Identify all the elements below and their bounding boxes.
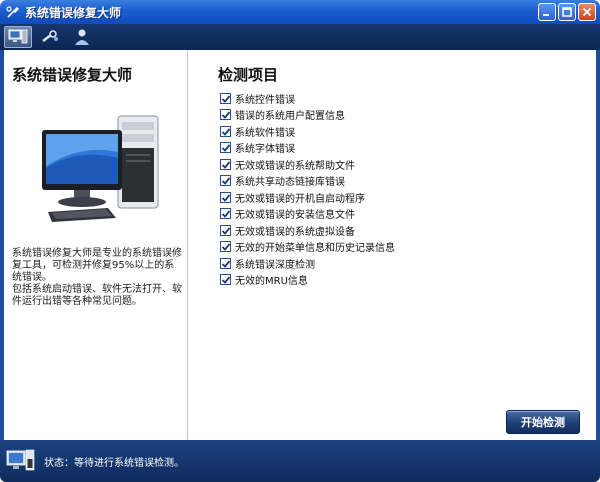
close-button[interactable] <box>578 3 596 21</box>
check-item-label: 错误的系统用户配置信息 <box>235 111 345 123</box>
check-item-label: 无效的MRU信息 <box>235 276 308 288</box>
checkmark-icon <box>221 144 231 153</box>
checkmark-icon <box>221 276 231 285</box>
checkbox[interactable] <box>220 158 231 170</box>
check-items-list: 系统控件错误 错误的系统用户配置信息 系统软件错误 系统字体错误 无效或错误的系… <box>220 90 395 288</box>
computer-illustration <box>38 108 168 228</box>
checkmark-icon <box>221 161 231 169</box>
check-item[interactable]: 无效或错误的开机自启动程序 <box>220 189 395 206</box>
toolbar-user-button[interactable] <box>68 26 96 48</box>
check-item-label: 系统共享动态链接库错误 <box>235 177 345 189</box>
checkbox[interactable] <box>220 257 231 269</box>
description-line-1: 系统错误修复大师是专业的系统错误修复工具，可检测并修复95%以上的系统错误。 <box>12 248 182 283</box>
checkbox[interactable] <box>220 274 231 286</box>
check-item-label: 系统控件错误 <box>235 94 295 106</box>
maximize-icon <box>562 7 572 17</box>
checkbox[interactable] <box>220 175 231 187</box>
check-item[interactable]: 错误的系统用户配置信息 <box>220 107 395 124</box>
check-item-label: 系统字体错误 <box>235 144 295 156</box>
close-icon <box>582 7 592 17</box>
minimize-icon <box>543 14 549 16</box>
check-item[interactable]: 无效或错误的系统虚拟设备 <box>220 222 395 239</box>
maximize-button[interactable] <box>558 3 576 21</box>
checkbox[interactable] <box>220 142 231 154</box>
check-items-title: 检测项目 <box>218 66 279 84</box>
product-description: 系统错误修复大师是专业的系统错误修复工具，可检测并修复95%以上的系统错误。 包… <box>12 248 184 308</box>
checkmark-icon <box>221 260 231 268</box>
check-item-label: 无效或错误的开机自启动程序 <box>235 193 365 205</box>
checkmark-icon <box>221 210 231 219</box>
status-text: 状态：等待进行系统错误检测。 <box>44 458 184 469</box>
computer-icon <box>8 29 28 44</box>
start-scan-button[interactable]: 开始检测 <box>506 410 580 434</box>
checkbox[interactable] <box>220 109 231 121</box>
checkmark-icon <box>221 111 231 120</box>
title-bar: 系统错误修复大师 <box>0 0 600 24</box>
check-item[interactable]: 系统共享动态链接库错误 <box>220 173 395 190</box>
toolbar <box>0 24 600 50</box>
check-item[interactable]: 系统软件错误 <box>220 123 395 140</box>
left-panel: 系统错误修复大师 系统错误修复大师是专业的系统错误修复工具，可检测并修复95%以… <box>4 50 187 440</box>
window-controls <box>538 3 596 21</box>
check-item[interactable]: 无效的开始菜单信息和历史记录信息 <box>220 239 395 256</box>
window-title: 系统错误修复大师 <box>25 5 122 20</box>
toolbar-computer-button[interactable] <box>4 26 32 48</box>
check-item-label: 无效或错误的安装信息文件 <box>235 210 355 222</box>
checkbox[interactable] <box>220 241 231 253</box>
main-content: 系统错误修复大师 系统错误修复大师是专业的系统错误修复工具，可检测并修复95%以… <box>0 50 600 440</box>
toolbar-tools-button[interactable] <box>36 26 64 48</box>
checkbox[interactable] <box>220 125 231 137</box>
check-item[interactable]: 无效或错误的安装信息文件 <box>220 206 395 223</box>
checkmark-icon <box>221 128 231 136</box>
status-computer-icon <box>6 447 36 475</box>
check-item-label: 无效的开始菜单信息和历史记录信息 <box>235 243 395 255</box>
app-icon <box>6 5 20 19</box>
minimize-button[interactable] <box>538 3 556 21</box>
checkmark-icon <box>221 194 231 202</box>
desktop-computer-icon <box>42 115 159 222</box>
user-icon <box>75 29 89 45</box>
check-item-label: 无效或错误的系统帮助文件 <box>235 160 355 172</box>
wrench-icon <box>42 30 58 42</box>
check-item[interactable]: 无效或错误的系统帮助文件 <box>220 156 395 173</box>
checkbox[interactable] <box>220 224 231 236</box>
right-panel: 检测项目 系统控件错误 错误的系统用户配置信息 系统软件错误 系统字体错误 无效… <box>188 50 596 440</box>
checkmark-icon <box>221 227 231 235</box>
checkbox[interactable] <box>220 208 231 220</box>
checkbox[interactable] <box>220 92 231 104</box>
checkbox[interactable] <box>220 191 231 203</box>
checkmark-icon <box>221 177 231 186</box>
check-item[interactable]: 系统字体错误 <box>220 140 395 157</box>
check-item[interactable]: 系统错误深度检测 <box>220 255 395 272</box>
check-item-label: 系统软件错误 <box>235 127 295 139</box>
description-line-2: 包括系统启动错误、软件无法打开、软件运行出错等各种常见问题。 <box>12 284 182 307</box>
status-bar: 状态：等待进行系统错误检测。 <box>0 440 600 482</box>
check-item[interactable]: 无效的MRU信息 <box>220 272 395 289</box>
check-item-label: 系统错误深度检测 <box>235 259 315 271</box>
checkmark-icon <box>221 95 231 103</box>
left-panel-title: 系统错误修复大师 <box>12 66 133 84</box>
check-item-label: 无效或错误的系统虚拟设备 <box>235 226 355 238</box>
check-item[interactable]: 系统控件错误 <box>220 90 395 107</box>
checkmark-icon <box>221 243 231 252</box>
